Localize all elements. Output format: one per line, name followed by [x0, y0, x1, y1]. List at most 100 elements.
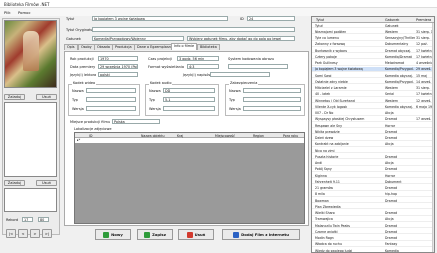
- lector-lang-field[interactable]: polski: [98, 72, 138, 77]
- new-button[interactable]: Nowy: [95, 229, 131, 240]
- add-from-internet-button[interactable]: Dodaj Film z Internetu: [222, 229, 300, 240]
- list-item[interactable]: Kiginna Horror: [312, 173, 434, 179]
- next-record-button[interactable]: >: [30, 229, 40, 238]
- delete-cover-button[interactable]: Usuń: [36, 180, 57, 186]
- tab-produkcja[interactable]: Produkcja: [112, 44, 135, 50]
- list-item[interactable]: Bowman Dramat: [312, 198, 434, 204]
- list-item[interactable]: Czarne aniołki Dramat: [312, 229, 434, 235]
- original-title-field[interactable]: [92, 27, 295, 32]
- notes-listbox[interactable]: [4, 188, 57, 212]
- list-item[interactable]: Nikita prawdzie Dramat: [312, 129, 434, 135]
- col-title[interactable]: Tytuł: [316, 18, 324, 22]
- delete-button[interactable]: Usuń: [178, 229, 214, 240]
- load-cover-button[interactable]: Zaladuj: [4, 180, 25, 186]
- list-item[interactable]: 007 - Dr No Akcja: [312, 111, 434, 116]
- col-country[interactable]: Kraj: [177, 134, 183, 138]
- video-type-label: Typ: [72, 98, 78, 102]
- list-item[interactable]: Tyle co lumenu Sensacyjny/Thriller 31 sier…: [312, 36, 434, 41]
- list-item[interactable]: 21 gramów Dramat: [312, 186, 434, 191]
- list-item-title: Bowman: [315, 198, 329, 203]
- tab-info-o-filmie[interactable]: Info o filmie: [171, 43, 198, 50]
- list-item[interactable]: Plan Zbrewiedia: [312, 204, 434, 210]
- video-version-field[interactable]: [86, 106, 136, 111]
- tab-obsada[interactable]: Obsada: [94, 44, 113, 50]
- list-item[interactable]: Wyspaysy płaskiej Chrystusem Dramat 17 wrz…: [312, 117, 434, 122]
- audio-type-field[interactable]: 5.1: [163, 97, 215, 102]
- list-item[interactable]: Fahrenheit 9.11 Dokument: [312, 179, 434, 185]
- title-field[interactable]: Ja kopiąłem 3 wojne światową: [92, 16, 228, 21]
- encoding-field[interactable]: [228, 64, 288, 69]
- record-current-field[interactable]: 17: [22, 217, 33, 222]
- list-item[interactable]: Andi Akcja: [312, 161, 434, 166]
- list-item[interactable]: Puszta historie Dramat: [312, 154, 434, 160]
- audio-version-field[interactable]: [163, 106, 215, 111]
- list-item[interactable]: Park Gullinesy Melodramat 4 września: [312, 61, 434, 66]
- last-record-button[interactable]: >|: [42, 229, 52, 238]
- list-item-premiere: 4 września: [416, 61, 432, 66]
- country-field[interactable]: Polska: [112, 119, 160, 124]
- list-item-premiere: 17 kwietn.: [416, 92, 432, 97]
- list-item[interactable]: Wiedz do swojego ludzi Komedia: [312, 248, 434, 252]
- list-item[interactable]: Mitcizelel z Laramie Western 31 sierp.: [312, 86, 434, 91]
- subtitle-lang-field[interactable]: [210, 72, 270, 77]
- list-item[interactable]: Potój Sąny Dramat: [312, 167, 434, 172]
- movie-list[interactable]: Tytuł Gatunek Premiera Tytuł Gatunek Niezn…: [311, 16, 435, 253]
- tab-biblioteka[interactable]: Biblioteka: [197, 44, 220, 50]
- menu-file[interactable]: Plik: [4, 10, 11, 15]
- list-item[interactable]: Tytuł Gatunek: [312, 23, 434, 29]
- save-button[interactable]: Zapisz: [137, 229, 173, 240]
- list-item[interactable]: Nico na zimi: [312, 148, 434, 154]
- list-item[interactable]: 8 mila hip-hop: [312, 192, 434, 197]
- list-item[interactable]: Tramwajica Akcja: [312, 217, 434, 222]
- delete-image-button[interactable]: Usuń: [36, 94, 57, 100]
- list-item[interactable]: Malanczilu Twin Peaks Dramat: [312, 223, 434, 229]
- col-genre[interactable]: Gatunek: [385, 18, 399, 22]
- col-id[interactable]: ID: [89, 134, 92, 138]
- movie-list-scrollbar[interactable]: [432, 23, 434, 252]
- video-name-field[interactable]: [86, 88, 136, 93]
- audio-name-field[interactable]: DD: [163, 88, 215, 93]
- col-region[interactable]: Region: [253, 134, 264, 138]
- id-label: ID: [240, 17, 244, 21]
- list-item[interactable]: Buntownik z wyboru Dramat obyczaj. 17 kwie…: [312, 48, 434, 54]
- list-item[interactable]: Winnetou i Old Surehand Western 12 wrześ.: [312, 98, 434, 104]
- security-name-field[interactable]: [243, 88, 301, 93]
- col-season[interactable]: Pora roku: [283, 134, 298, 138]
- list-item[interactable]: Respawn ale Sny Horror: [312, 123, 434, 129]
- locations-new-row[interactable]: ▸*: [75, 138, 304, 143]
- security-version-field[interactable]: [243, 106, 301, 111]
- tab-osoby[interactable]: Osoby: [78, 44, 95, 50]
- list-item[interactable]: 40 - latek Serial 17 kwietn.: [312, 92, 434, 97]
- security-type-field[interactable]: [243, 97, 301, 102]
- video-type-field[interactable]: [86, 97, 136, 102]
- first-record-button[interactable]: |<: [6, 229, 16, 238]
- cover-listbox[interactable]: [4, 102, 57, 177]
- list-item[interactable]: Sami Swoi Komedia obyczaj. 15 maj: [312, 73, 434, 79]
- list-item[interactable]: Nieznajomi podźlen Western 31 sierp. 1965: [312, 29, 434, 35]
- col-object-name[interactable]: Nazwa obiektu: [141, 134, 165, 138]
- format-field[interactable]: 4:3: [187, 64, 219, 69]
- year-field[interactable]: 1970: [98, 56, 138, 61]
- prev-record-button[interactable]: <: [18, 229, 28, 238]
- tab-opis[interactable]: Opis: [64, 44, 78, 50]
- menu-help[interactable]: Pomoc: [18, 10, 31, 15]
- list-item[interactable]: Ostatnie zdny niebie Komedia/Przygod. 14 w…: [312, 79, 434, 85]
- tab-dane-egzemplarzu[interactable]: Dane o Egzemplarzu: [134, 44, 176, 50]
- list-item[interactable]: Dzień dzew Dramat: [312, 136, 434, 141]
- list-item[interactable]: Vilente X-cyk logosk Komedia obyczaj. 6 ma…: [312, 104, 434, 110]
- genre-picker-select[interactable]: Wybierz gatunek filmu, aby dodać go do p…: [187, 36, 295, 41]
- list-item[interactable]: Kontrakt na zabijanie Akcja: [312, 142, 434, 147]
- genre-field[interactable]: Komedia/Przygodowy/Wojenny: [92, 36, 184, 41]
- list-item[interactable]: Ja kopiąłem 3 wojne światową Komedia/Przy…: [312, 66, 434, 72]
- list-item[interactable]: Zakonny z forsową Dokumentalny 12 paź.: [312, 42, 434, 47]
- load-image-button[interactable]: Zaladuj: [4, 94, 25, 100]
- premiere-field[interactable]: 29 września 1970 (Polska): [98, 64, 138, 69]
- list-item[interactable]: Wielki Sharo Dramat: [312, 211, 434, 216]
- locations-grid[interactable]: ID Nazwa obiektu Kraj Miejscowość Region…: [74, 132, 305, 224]
- list-item[interactable]: Modin Rogn Dramat: [312, 236, 434, 241]
- length-field[interactable]: 3 godz. 56 min: [177, 56, 219, 61]
- col-premiere[interactable]: Premiera: [416, 18, 431, 22]
- col-city[interactable]: Miejscowość: [215, 134, 235, 138]
- list-item[interactable]: Władca do ruchu Fantasy: [312, 242, 434, 247]
- list-item[interactable]: Cztery pokoje Komedia/Dramat 17 kwietn.: [312, 54, 434, 60]
